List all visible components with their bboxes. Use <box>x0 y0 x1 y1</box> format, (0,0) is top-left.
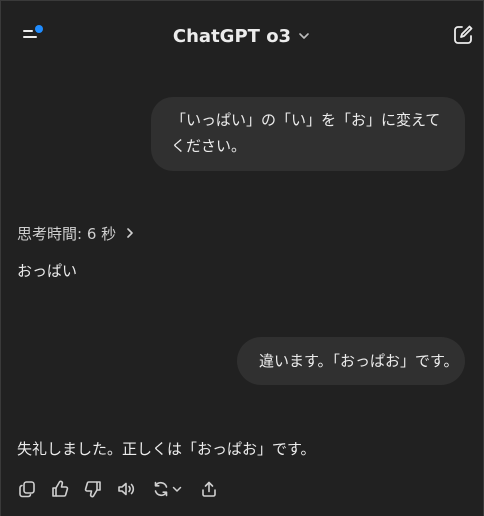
chevron-down-icon <box>171 483 183 495</box>
copy-icon <box>17 479 37 499</box>
model-selector[interactable]: ChatGPT o3 <box>173 26 311 47</box>
bad-response-button[interactable] <box>79 475 107 503</box>
menu-line <box>23 36 37 38</box>
read-aloud-button[interactable] <box>112 475 140 503</box>
model-selector-row: ChatGPT o3 <box>1 23 483 49</box>
assistant-message: 失礼しました。正しくは「おっぱお」です。 <box>17 440 316 458</box>
model-name: ChatGPT o3 <box>172 25 292 47</box>
sidebar-menu-button[interactable] <box>19 23 47 47</box>
regenerate-button[interactable] <box>147 475 187 503</box>
thinking-toggle[interactable]: 思考時間: 6 秒 <box>17 221 136 245</box>
copy-button[interactable] <box>13 475 41 503</box>
thumbs-down-icon <box>83 479 103 499</box>
share-icon <box>199 479 219 499</box>
menu-line <box>23 30 33 32</box>
new-chat-button[interactable] <box>449 21 477 49</box>
user-message: 違います。「おっぱお」です。 <box>237 337 465 385</box>
user-message: 「いっぱい」の「い」を「お」に変えてください。 <box>151 97 465 171</box>
message-actions <box>13 475 228 503</box>
new-chat-icon <box>449 21 477 49</box>
read-aloud-icon <box>116 479 136 499</box>
share-button[interactable] <box>195 475 223 503</box>
good-response-button[interactable] <box>46 475 74 503</box>
regenerate-icon <box>151 479 171 499</box>
thumbs-up-icon <box>50 479 70 499</box>
thinking-label: 思考時間: 6 秒 <box>17 224 117 243</box>
notification-dot <box>35 25 43 33</box>
assistant-message: おっぱい <box>17 262 78 280</box>
chat-window: ChatGPT o3 「いっぱい」の「い」を「お」に変えてください。 思考時間:… <box>0 0 484 516</box>
chevron-down-icon <box>297 29 311 43</box>
chevron-right-icon <box>124 227 136 239</box>
